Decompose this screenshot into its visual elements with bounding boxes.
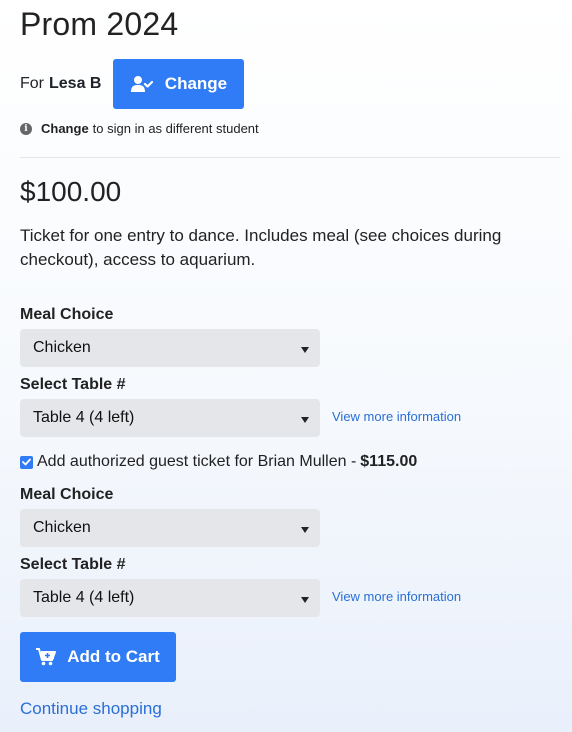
ticket-price: $100.00 xyxy=(20,176,122,207)
table-select-label: Select Table # xyxy=(20,376,126,393)
hint-bold: Change xyxy=(41,121,89,136)
check-icon xyxy=(22,458,31,466)
meal-choice-select[interactable]: Chicken xyxy=(20,329,320,367)
guest-table-select-value: Table 4 (4 left) xyxy=(33,589,135,606)
table-more-info-link[interactable]: View more information xyxy=(332,409,461,424)
caret-down-icon xyxy=(301,597,309,603)
guest-ticket-price: $115.00 xyxy=(360,453,418,470)
for-label: For xyxy=(20,75,44,92)
page-title: Prom 2024 xyxy=(20,6,179,42)
table-select[interactable]: Table 4 (4 left) xyxy=(20,399,320,437)
product-page: Prom 2024 For Lesa B Change i Change to … xyxy=(0,0,572,732)
add-to-cart-button[interactable]: Add to Cart xyxy=(20,632,176,682)
guest-meal-choice-select[interactable]: Chicken xyxy=(20,509,320,547)
meal-choice-label: Meal Choice xyxy=(20,306,114,323)
hint-text: to sign in as different student xyxy=(92,121,259,136)
student-row: For Lesa B Change xyxy=(20,59,245,109)
change-student-button[interactable]: Change xyxy=(113,59,245,109)
guest-table-more-info-link[interactable]: View more information xyxy=(332,589,461,604)
info-icon: i xyxy=(20,122,32,135)
guest-table-select[interactable]: Table 4 (4 left) xyxy=(20,579,320,617)
guest-meal-choice-label: Meal Choice xyxy=(20,486,114,503)
guest-ticket-label: Add authorized guest ticket for Brian Mu… xyxy=(37,453,357,470)
caret-down-icon xyxy=(301,417,309,423)
student-name: Lesa B xyxy=(49,75,102,92)
cart-plus-icon xyxy=(36,648,57,666)
divider xyxy=(20,157,560,158)
ticket-description: Ticket for one entry to dance. Includes … xyxy=(20,226,502,269)
user-check-icon xyxy=(130,76,153,92)
change-hint: i Change to sign in as different student xyxy=(20,121,259,136)
guest-ticket-checkbox[interactable] xyxy=(20,455,33,469)
add-to-cart-label: Add to Cart xyxy=(67,647,160,666)
guest-table-select-label: Select Table # xyxy=(20,556,126,573)
guest-meal-choice-value: Chicken xyxy=(33,519,91,536)
continue-shopping-link[interactable]: Continue shopping xyxy=(20,699,162,719)
caret-down-icon xyxy=(301,527,309,533)
meal-choice-value: Chicken xyxy=(33,339,91,356)
guest-ticket-row: Add authorized guest ticket for Brian Mu… xyxy=(20,453,417,471)
caret-down-icon xyxy=(301,347,309,353)
change-button-label: Change xyxy=(164,74,228,93)
table-select-value: Table 4 (4 left) xyxy=(33,409,135,426)
